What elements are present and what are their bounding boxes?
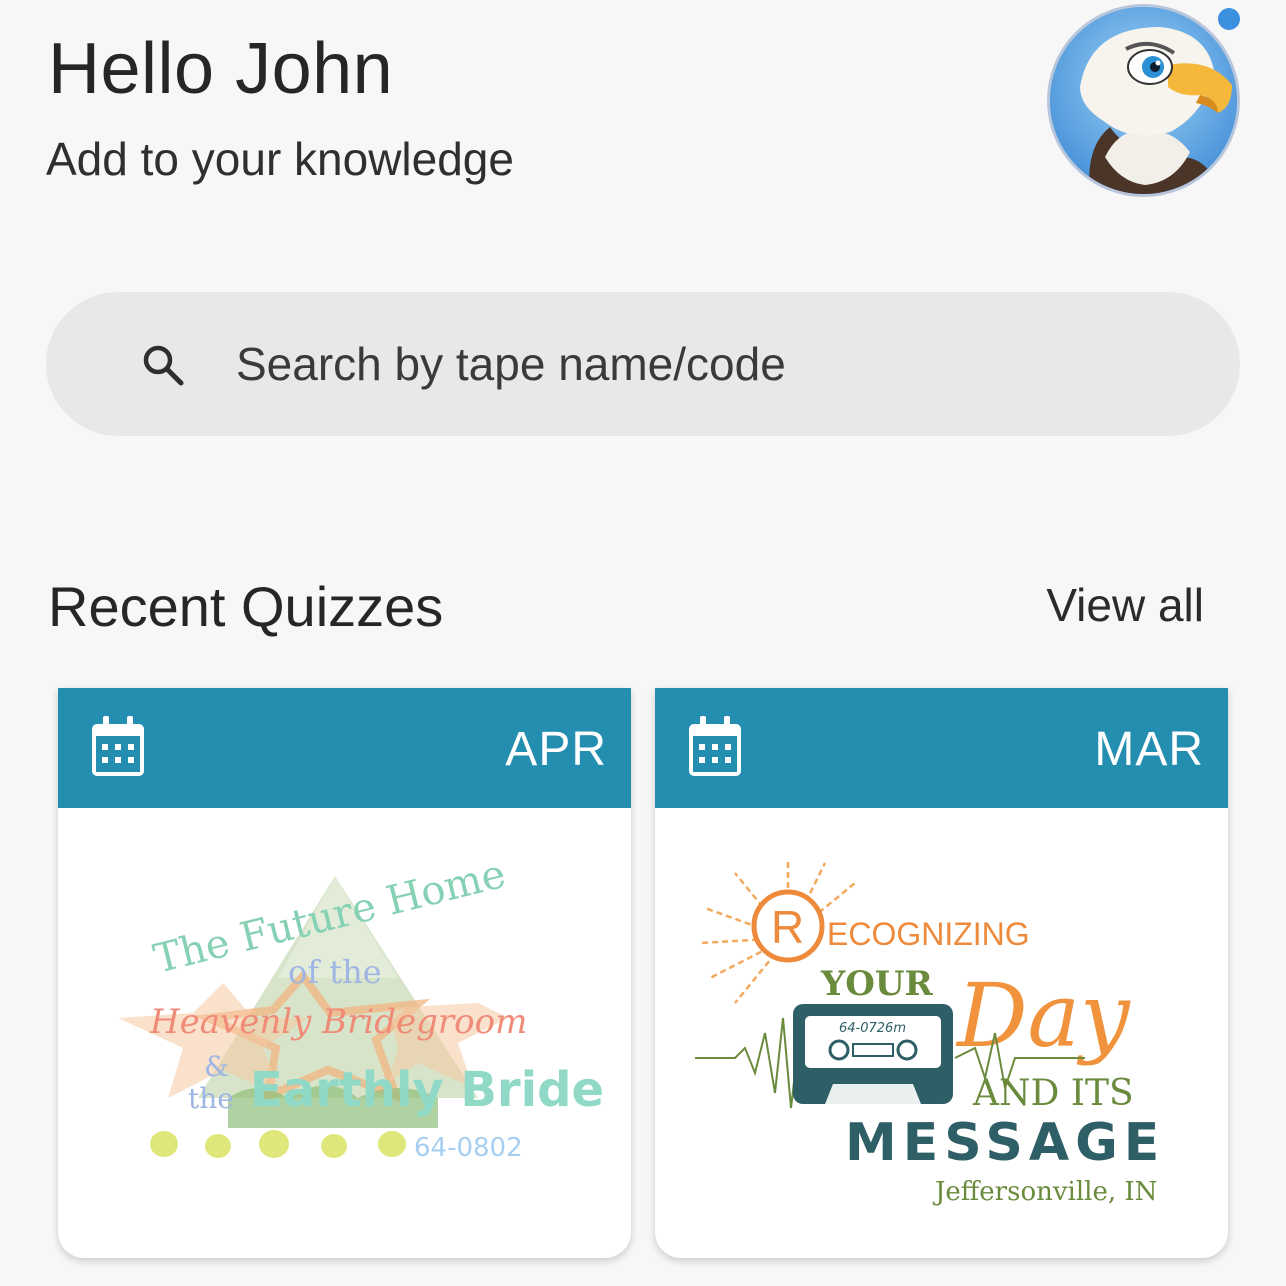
- quiz-card[interactable]: MAR R ECOGNIZING YOUR Day 64-0726m AND I…: [655, 688, 1228, 1258]
- calendar-icon: [92, 716, 144, 776]
- cover-text-line3: Day: [955, 964, 1131, 1067]
- eagle-avatar-image: [1050, 7, 1237, 194]
- calendar-icon: [689, 716, 741, 776]
- recent-quizzes-title: Recent Quizzes: [48, 575, 444, 638]
- cover-text-line5: MESSAGE: [845, 1113, 1165, 1173]
- cover-text-place: Jeffersonville, IN: [932, 1177, 1157, 1207]
- view-all-link[interactable]: View all: [1046, 578, 1204, 632]
- cover-text-line2: YOUR: [820, 964, 934, 1004]
- search-bar[interactable]: [46, 292, 1240, 436]
- cover-text-line5: Earthly Bride: [250, 1062, 604, 1118]
- quiz-card-month: APR: [505, 723, 607, 776]
- cover-code: 64-0726m: [839, 1021, 906, 1036]
- avatar[interactable]: [1047, 4, 1240, 197]
- notification-dot: [1218, 8, 1240, 30]
- quiz-cover-image: The Future Home of the Heavenly Bridegro…: [118, 851, 604, 1163]
- cover-text-line1: ECOGNIZING: [827, 916, 1030, 952]
- quiz-cover-image: R ECOGNIZING YOUR Day 64-0726m AND ITS M…: [695, 858, 1165, 1207]
- quiz-card-header: APR: [58, 688, 631, 808]
- quiz-card-header: MAR: [655, 688, 1228, 808]
- cover-code: 64-0802: [414, 1133, 523, 1163]
- greeting-title: Hello John: [48, 29, 394, 109]
- home-screen: Hello John Add to your knowledge Search …: [0, 0, 1286, 1286]
- cover-text-and: &: [204, 1050, 229, 1083]
- profile-avatar-button[interactable]: [1047, 4, 1240, 197]
- quiz-card[interactable]: APR The Future Home of the Heavenly Brid…: [58, 688, 631, 1258]
- cover-text-the: the: [188, 1082, 234, 1115]
- greeting-subtitle: Add to your knowledge: [46, 133, 514, 185]
- search-icon[interactable]: [140, 342, 186, 388]
- cover-text-line4: AND ITS: [972, 1073, 1134, 1114]
- cover-text-r: R: [771, 901, 804, 953]
- cover-text-line3: Heavenly Bridegroom: [149, 1002, 527, 1042]
- search-input[interactable]: [236, 332, 1196, 396]
- quiz-card-month: MAR: [1094, 723, 1204, 776]
- cover-text-line2: of the: [288, 953, 382, 991]
